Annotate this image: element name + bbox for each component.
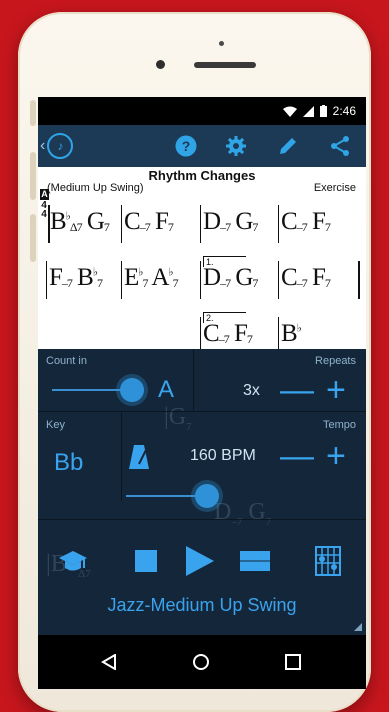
sensor [219,41,224,46]
barline [46,261,47,299]
song-composer: Exercise [313,182,356,194]
gear-icon[interactable] [224,134,248,158]
repeats-value: 3x [243,382,260,399]
barline [121,205,122,243]
barline [121,261,122,299]
barline [358,261,360,299]
home-nav-icon[interactable] [190,651,212,673]
mute-switch [30,100,36,126]
practice-icon[interactable] [58,549,88,573]
android-nav-bar [38,635,366,689]
barline [278,261,279,299]
barline [278,317,279,349]
repeats-minus-button[interactable]: — [280,373,314,407]
key-label: Key [46,419,65,431]
help-icon[interactable]: ? [174,134,198,158]
transport-bar [38,546,366,635]
resize-corner-icon [354,623,362,631]
tempo-label: Tempo [322,419,356,431]
barline [200,261,201,299]
barline [200,317,201,349]
volume-up-button [30,152,36,200]
tempo-plus-button[interactable]: + [326,439,346,473]
status-time: 2:46 [332,104,356,118]
chord-row-2: F–7 B♭7 E♭7 A♭7 D–7 G7 C–7 F7 [38,257,366,301]
tempo-minus-button[interactable]: — [280,439,314,473]
mixer-icon[interactable] [240,551,270,571]
tempo-slider-thumb[interactable] [195,484,219,508]
chord[interactable]: B♭Δ7 G7 [50,208,110,236]
chord[interactable]: E♭7 A♭7 [124,264,179,292]
svg-text:?: ? [182,138,191,154]
song-title: Rhythm Changes [148,168,256,183]
repeats-label: Repeats [315,355,356,367]
chord[interactable]: D–7 G7 [203,208,258,236]
chord[interactable]: D–7 G7 [203,264,258,292]
chevron-left-icon[interactable]: ‹ [40,137,45,155]
play-icon[interactable] [186,546,214,576]
divider [193,349,194,411]
recents-nav-icon[interactable] [282,651,304,673]
divider [38,519,366,520]
divider [38,411,366,412]
repeats-plus-button[interactable]: + [326,373,346,407]
irealpro-logo-icon[interactable]: ♪ [47,133,74,159]
stop-icon[interactable] [135,550,157,572]
signal-icon [302,105,314,117]
lead-sheet[interactable]: Rhythm Changes (Medium Up Swing) Exercis… [38,167,366,349]
count-in-slider-thumb[interactable] [120,378,144,402]
chord-row-1: B♭Δ7 G7 C–7 F7 D–7 G7 C–7 F7 [38,201,366,245]
battery-icon [319,105,327,117]
phone-screen: 2:46 ‹ ♪ ? Rhythm Changes (Medium Up Swi… [38,97,366,689]
chord[interactable]: C–7 F7 [203,320,253,348]
count-in-label: Count in [46,355,87,367]
volume-down-button [30,214,36,262]
chord[interactable]: C–7 F7 [281,264,331,292]
ghost-chord: |G7 [164,404,192,433]
chord[interactable]: C–7 F7 [124,208,174,236]
divider [121,411,122,501]
ghost-chord: D–7 G7 [214,499,272,528]
count-in-value: A [158,376,175,403]
style-selector[interactable]: Jazz-Medium Up Swing [38,595,366,616]
wifi-icon [282,106,297,117]
chord-diagram-icon[interactable] [315,546,341,576]
rehearsal-mark: A [40,189,49,200]
chord[interactable]: C–7 F7 [281,208,331,236]
chord[interactable]: F–7 B♭7 [49,264,103,292]
back-nav-icon[interactable] [98,651,120,673]
key-value[interactable]: Bb [54,449,83,477]
chord[interactable]: B♭ [281,320,302,348]
status-bar: 2:46 [38,97,366,125]
app-toolbar: ‹ ♪ ? [38,125,366,167]
chord-row-3: C–7 F7 B♭ [38,313,366,349]
metronome-icon[interactable] [128,444,150,470]
barline [278,205,279,243]
player-controls-panel: |G7 D–7 G7 |B♭Δ7 Count in A Repeats 3x —… [38,349,366,635]
share-icon[interactable] [328,134,352,158]
barline [200,205,201,243]
song-style: (Medium Up Swing) [47,182,144,194]
tempo-value: 160 BPM [190,447,256,464]
earpiece-speaker [194,62,256,68]
front-camera [156,60,165,69]
pencil-icon[interactable] [276,134,300,158]
